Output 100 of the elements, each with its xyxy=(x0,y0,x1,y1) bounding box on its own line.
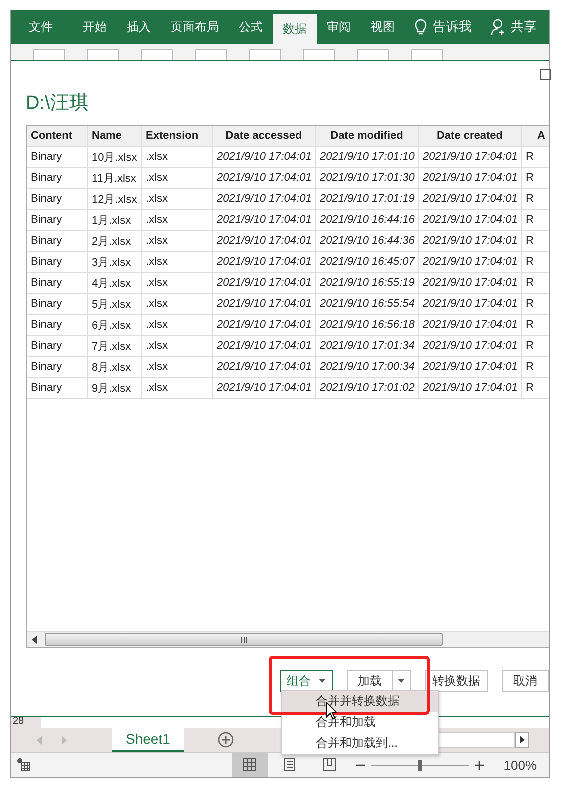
caret-icon xyxy=(398,679,405,683)
dialog-button[interactable]: 取消 xyxy=(502,670,549,692)
table-cell: R xyxy=(522,189,549,210)
table-cell: 2021/9/10 17:01:02 xyxy=(316,378,419,399)
zoom-level[interactable]: 100% xyxy=(504,758,537,772)
menu-item[interactable]: 合并并转换数据 xyxy=(282,691,438,712)
table-cell: 3月.xlsx xyxy=(88,252,142,273)
add-sheet-icon[interactable] xyxy=(218,732,234,748)
normal-view-icon xyxy=(242,758,257,772)
ribbon-tab[interactable]: 公式 xyxy=(229,10,273,44)
table-cell: 2021/9/10 17:01:30 xyxy=(316,168,419,189)
ribbon-tab[interactable]: 页面布局 xyxy=(161,10,229,44)
table-cell: .xlsx xyxy=(142,357,213,378)
table-cell: 2021/9/10 17:04:01 xyxy=(419,210,522,231)
person-add-icon xyxy=(491,18,507,36)
table-cell: Binary xyxy=(27,168,88,189)
ribbon-tab[interactable]: 审阅 xyxy=(317,10,361,44)
column-header[interactable]: Date accessed xyxy=(213,126,316,147)
table-cell: 2021/9/10 17:04:01 xyxy=(213,273,316,294)
table-cell: 5月.xlsx xyxy=(88,294,142,315)
combine-button[interactable]: 组合 xyxy=(280,670,333,692)
zoom-in-icon[interactable] xyxy=(474,760,484,770)
table-cell: R xyxy=(522,252,549,273)
sheet-tab[interactable]: Sheet1 xyxy=(112,728,184,752)
table-cell: 2021/9/10 17:04:01 xyxy=(419,168,522,189)
table-cell: 2021/9/10 17:04:01 xyxy=(213,315,316,336)
column-header[interactable]: Extension xyxy=(142,126,213,147)
table-cell: 2021/9/10 17:04:01 xyxy=(419,147,522,168)
table-cell: 2021/9/10 17:04:01 xyxy=(213,231,316,252)
slider-thumb[interactable] xyxy=(418,760,422,770)
table-cell: 7月.xlsx xyxy=(88,336,142,357)
table-cell: 2021/9/10 16:55:19 xyxy=(316,273,419,294)
ribbon-tab[interactable]: 视图 xyxy=(361,10,405,44)
table-cell: 2021/9/10 17:01:10 xyxy=(316,147,419,168)
table-cell: R xyxy=(522,231,549,252)
table-cell: 2021/9/10 16:44:16 xyxy=(316,210,419,231)
table-cell: 2021/9/10 17:01:19 xyxy=(316,189,419,210)
menu-item[interactable]: 合并和加载 xyxy=(282,712,438,733)
column-header[interactable]: A xyxy=(522,126,549,147)
table-cell: R xyxy=(522,294,549,315)
table-cell: Binary xyxy=(27,210,88,231)
table-cell: Binary xyxy=(27,336,88,357)
caret-icon xyxy=(319,679,326,683)
scroll-right-icon[interactable] xyxy=(515,732,529,748)
table-cell: R xyxy=(522,315,549,336)
table-cell: 6月.xlsx xyxy=(88,315,142,336)
column-header[interactable]: Date created xyxy=(419,126,522,147)
table-cell: 12月.xlsx xyxy=(88,189,142,210)
table-cell: Binary xyxy=(27,189,88,210)
table-cell: Binary xyxy=(27,147,88,168)
table-cell: 2021/9/10 17:04:01 xyxy=(419,294,522,315)
table-cell: .xlsx xyxy=(142,231,213,252)
table-cell: 11月.xlsx xyxy=(88,168,142,189)
view-button[interactable] xyxy=(232,753,268,777)
table-cell: 2021/9/10 17:04:01 xyxy=(419,336,522,357)
table-cell: 2月.xlsx xyxy=(88,231,142,252)
restore-icon[interactable] xyxy=(540,69,551,80)
share-button[interactable]: 共享 xyxy=(511,18,537,36)
table-cell: 4月.xlsx xyxy=(88,273,142,294)
table-cell: Binary xyxy=(27,294,88,315)
table-cell: Binary xyxy=(27,357,88,378)
table-cell: 2021/9/10 17:00:34 xyxy=(316,357,419,378)
table-cell: 2021/9/10 17:04:01 xyxy=(213,168,316,189)
lightbulb-icon xyxy=(415,18,427,36)
table-cell: .xlsx xyxy=(142,273,213,294)
table-cell: 1月.xlsx xyxy=(88,210,142,231)
table-cell: 2021/9/10 17:04:01 xyxy=(213,378,316,399)
ribbon-tab[interactable]: 插入 xyxy=(117,10,161,44)
ribbon-tab[interactable]: 数据 xyxy=(273,14,317,44)
dialog-button[interactable]: 转换数据 xyxy=(425,670,488,692)
table-cell: 2021/9/10 17:04:01 xyxy=(213,252,316,273)
table-cell: 2021/9/10 17:04:01 xyxy=(419,378,522,399)
table-cell: .xlsx xyxy=(142,378,213,399)
ribbon-tab[interactable]: 开始 xyxy=(73,10,117,44)
scrollbar-thumb[interactable] xyxy=(45,633,443,646)
table-cell: 2021/9/10 17:04:01 xyxy=(419,357,522,378)
grip-icon xyxy=(240,636,248,642)
macro-icon[interactable] xyxy=(17,758,31,772)
table-cell: 2021/9/10 17:04:01 xyxy=(419,315,522,336)
dialog-title: D:\汪琪 xyxy=(26,92,90,116)
column-header[interactable]: Content xyxy=(27,126,88,147)
page-break-view-icon xyxy=(322,758,337,772)
table-cell: .xlsx xyxy=(142,210,213,231)
ribbon-tab[interactable]: 文件 xyxy=(19,10,63,44)
table-cell: .xlsx xyxy=(142,147,213,168)
table-cell: 8月.xlsx xyxy=(88,357,142,378)
table-cell: 2021/9/10 17:04:01 xyxy=(213,210,316,231)
table-cell: Binary xyxy=(27,273,88,294)
tell-me-link[interactable]: 告诉我 xyxy=(433,18,472,36)
table-cell: 2021/9/10 17:04:01 xyxy=(213,336,316,357)
table-cell: 2021/9/10 17:04:01 xyxy=(419,252,522,273)
table-cell: Binary xyxy=(27,378,88,399)
menu-item[interactable]: 合并和加载到... xyxy=(282,733,438,754)
column-header[interactable]: Name xyxy=(88,126,142,147)
column-header[interactable]: Date modified xyxy=(316,126,419,147)
table-cell: R xyxy=(522,210,549,231)
table-cell: 10月.xlsx xyxy=(88,147,142,168)
scroll-left-icon[interactable] xyxy=(31,636,39,644)
table-cell: 2021/9/10 17:04:01 xyxy=(419,273,522,294)
table-cell: R xyxy=(522,378,549,399)
